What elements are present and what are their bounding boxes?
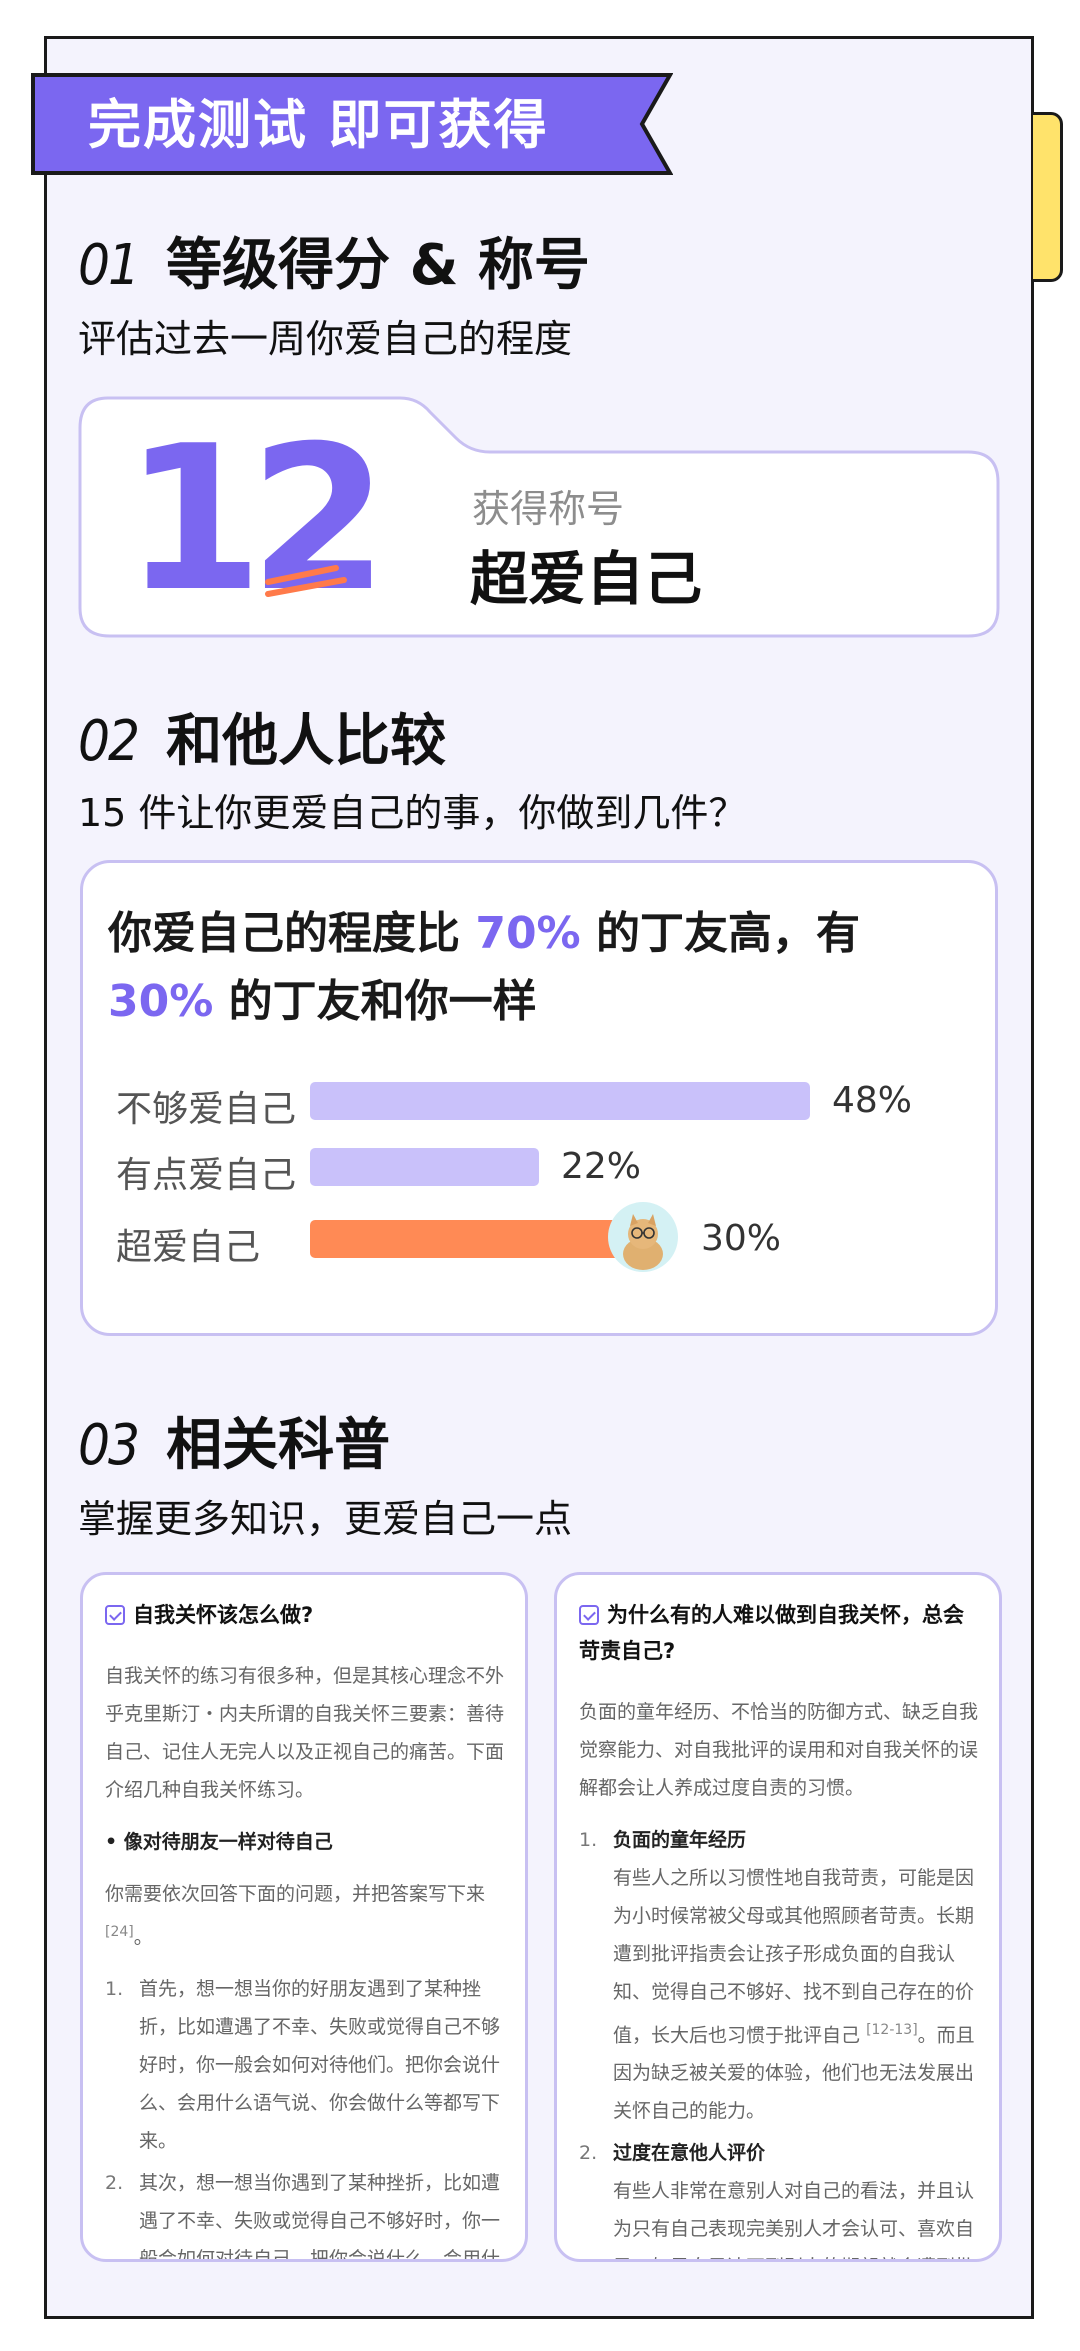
headline-text-3: 的丁友和你一样: [213, 976, 537, 1027]
bar-label-high: 超爱自己: [116, 1227, 261, 1268]
headline-pct-same: 30%: [108, 976, 214, 1027]
section1-subtitle: 评估过去一周你爱自己的程度: [78, 317, 573, 361]
info-card-right-title: 为什么有的人难以做到自我关怀，总会苛责自己?: [579, 1603, 964, 1663]
list-item-text: 有些人之所以习惯性地自我苛责，可能是因为小时候常被父母或其他照顾者苛责。长期遭到…: [613, 1867, 975, 2047]
info-card-right-heading: 为什么有的人难以做到自我关怀，总会苛责自己?: [557, 1575, 999, 1669]
list-item-text: 有些人非常在意别人对自己的看法，并且认为只有自己表现完美别人才会认可、喜欢自己，…: [613, 2180, 975, 2259]
list-item-title: 过度在意他人评价: [613, 2142, 766, 2165]
info-card-left-heading: 自我关怀该怎么做?: [83, 1575, 525, 1633]
side-tab[interactable]: [1033, 112, 1063, 282]
bar-pct-high: 30%: [701, 1218, 782, 1259]
info-card-self-criticism[interactable]: 为什么有的人难以做到自我关怀，总会苛责自己? 负面的童年经历、不恰当的防御方式、…: [554, 1572, 1002, 2262]
user-avatar: [608, 1202, 678, 1272]
headline-text-1: 你爱自己的程度比: [108, 908, 476, 959]
list-item: 2. 过度在意他人评价有些人非常在意别人对自己的看法，并且认为只有自己表现完美别人…: [579, 2134, 981, 2259]
info-card-left-title: 自我关怀该怎么做?: [133, 1603, 314, 1627]
list-item: 1. 负面的童年经历有些人之所以习惯性地自我苛责，可能是因为小时候常被父母或其他照…: [579, 1821, 981, 2130]
banner-title: 完成测试 即可获得: [88, 95, 549, 156]
info-card-left-intro: 自我关怀的练习有很多种，但是其核心理念不外乎克里斯汀・内夫所谓的自我关怀三要素：…: [105, 1665, 505, 1801]
section1-heading: 01 等级得分 & 称号: [78, 220, 590, 301]
citation-ref: [12-13]: [866, 2022, 918, 2038]
checkbox-icon: [579, 1605, 599, 1625]
bar-label-mid: 有点爱自己: [116, 1155, 297, 1196]
info-card-left-bullet: • 像对待朋友一样对待自己: [105, 1831, 333, 1853]
section3-subtitle: 掌握更多知识，更爱自己一点: [78, 1497, 573, 1541]
info-card-left-para: 你需要依次回答下面的问题，并把答案写下来 [24]。: [105, 1875, 507, 1956]
list-item: 2. 其次，想一想当你遇到了某种挫折，比如遭遇了不幸、失败或觉得自己不够好时，你一…: [105, 2164, 507, 2262]
title-label: 获得称号: [472, 487, 625, 531]
citation-ref: [24]: [105, 1924, 134, 1940]
section3-heading: 03 相关科普: [78, 1400, 390, 1481]
score-underline: [265, 565, 347, 597]
bar-pct-low: 48%: [832, 1080, 913, 1121]
info-card-self-care[interactable]: 自我关怀该怎么做? 自我关怀的练习有很多种，但是其核心理念不外乎克里斯汀・内夫所…: [80, 1572, 528, 2262]
list-item: 1. 首先，想一想当你的好朋友遇到了某种挫折，比如遭遇了不幸、失败或觉得自己不够好…: [105, 1970, 507, 2160]
checkbox-icon: [105, 1605, 125, 1625]
title-value: 超爱自己: [470, 545, 703, 613]
info-card-left-list: 1. 首先，想一想当你的好朋友遇到了某种挫折，比如遭遇了不幸、失败或觉得自己不够好…: [105, 1970, 507, 2262]
list-item-number: 2.: [105, 2172, 124, 2195]
headline-text-2: 的丁友高，有: [580, 908, 860, 959]
section2-heading: 02 和他人比较: [78, 696, 446, 777]
bar-pct-mid: 22%: [561, 1146, 642, 1187]
list-item-number: 1.: [579, 1829, 598, 1851]
list-item-number: 1.: [105, 1978, 124, 2001]
bar-mid: [310, 1148, 539, 1186]
section3-title: 相关科普: [166, 1413, 391, 1478]
section1-title: 等级得分 & 称号: [166, 233, 590, 298]
list-item-text: 首先，想一想当你的好朋友遇到了某种挫折，比如遭遇了不幸、失败或觉得自己不够好时，…: [139, 1978, 501, 2153]
section2-subtitle: 15 件让你更爱自己的事，你做到几件？: [78, 791, 747, 835]
bar-low: [310, 1082, 810, 1120]
para-text: 你需要依次回答下面的问题，并把答案写下来: [105, 1883, 486, 1905]
bar-high: [310, 1220, 623, 1258]
list-item-text: 其次，想一想当你遇到了某种挫折，比如遭遇了不幸、失败或觉得自己不够好时，你一般会…: [139, 2172, 501, 2262]
section1-number: 01: [78, 233, 140, 298]
headline-pct-higher: 70%: [475, 908, 581, 959]
info-card-right-intro: 负面的童年经历、不恰当的防御方式、缺乏自我觉察能力、对自我批评的误用和对自我关怀…: [579, 1701, 979, 1799]
list-item-number: 2.: [579, 2142, 598, 2165]
section2-number: 02: [78, 709, 140, 774]
info-card-right-list: 1. 负面的童年经历有些人之所以习惯性地自我苛责，可能是因为小时候常被父母或其他照…: [579, 1821, 981, 2259]
section2-title: 和他人比较: [166, 709, 447, 774]
section3-number: 03: [78, 1413, 140, 1478]
bar-label-low: 不够爱自己: [116, 1089, 297, 1130]
comparison-headline: 你爱自己的程度比 70% 的丁友高，有 30% 的丁友和你一样: [108, 900, 968, 1036]
list-item-title: 负面的童年经历: [613, 1829, 747, 1851]
para-end: 。: [133, 1926, 153, 1949]
